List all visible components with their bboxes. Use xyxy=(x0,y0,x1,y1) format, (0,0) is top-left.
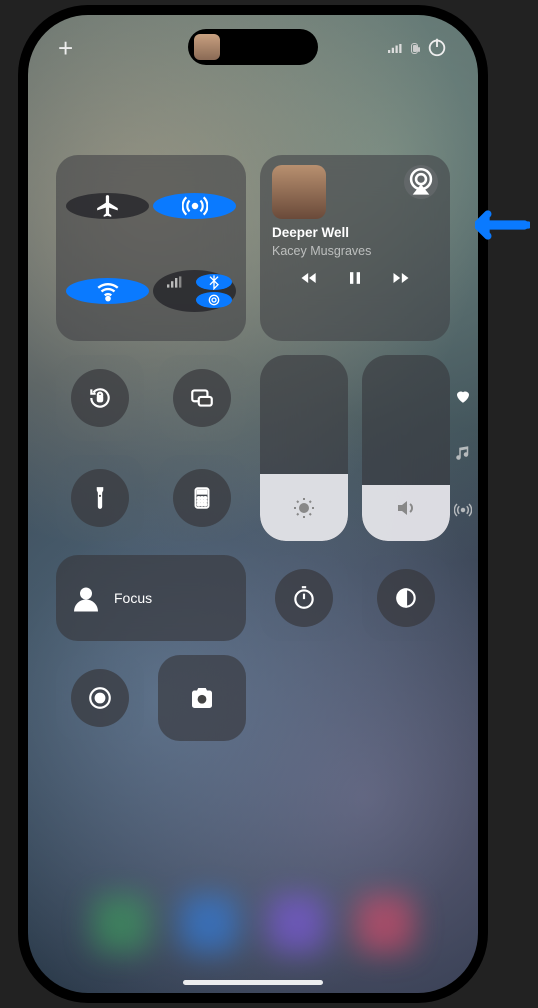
control-center-screen: + xyxy=(28,15,478,993)
dynamic-island[interactable] xyxy=(188,29,318,65)
timer-button[interactable] xyxy=(275,569,333,627)
volume-slider[interactable] xyxy=(362,355,450,541)
rail-music[interactable] xyxy=(454,444,472,467)
cellular-bars-icon xyxy=(167,274,183,290)
callout-arrow xyxy=(475,210,530,240)
dark-mode-button[interactable] xyxy=(377,569,435,627)
airplay-button[interactable] xyxy=(404,165,438,199)
cellular-signal-icon xyxy=(388,44,403,53)
now-playing-module[interactable]: Deeper Well Kacey Musgraves xyxy=(260,155,450,341)
orientation-lock-button[interactable] xyxy=(71,369,129,427)
calculator-button[interactable] xyxy=(173,469,231,527)
camera-icon xyxy=(187,683,217,713)
album-art xyxy=(272,165,326,219)
heart-icon xyxy=(454,387,472,405)
airplane-mode-toggle[interactable] xyxy=(66,193,149,219)
timer-cell xyxy=(260,555,348,641)
record-icon xyxy=(87,685,113,711)
connectivity-module[interactable] xyxy=(56,155,246,341)
forward-icon xyxy=(391,268,411,288)
play-pause-button[interactable] xyxy=(345,268,365,293)
brightness-slider[interactable] xyxy=(260,355,348,541)
next-track-button[interactable] xyxy=(391,268,411,293)
personal-hotspot-toggle[interactable] xyxy=(196,292,233,308)
broadcast-icon xyxy=(454,501,472,519)
dark-mode-icon xyxy=(393,585,419,611)
bluetooth-toggle[interactable] xyxy=(196,274,233,290)
rail-favorites[interactable] xyxy=(454,387,472,410)
sun-icon xyxy=(292,496,316,520)
screen-mirroring-button[interactable] xyxy=(173,369,231,427)
flashlight-button[interactable] xyxy=(71,469,129,527)
vpn-toggle[interactable] xyxy=(157,292,194,308)
status-right xyxy=(388,33,448,64)
wifi-icon xyxy=(95,278,121,304)
airplay-icon xyxy=(404,165,438,199)
power-button[interactable] xyxy=(426,36,448,61)
track-artist: Kacey Musgraves xyxy=(272,244,438,258)
track-title: Deeper Well xyxy=(272,225,438,240)
wifi-toggle[interactable] xyxy=(66,278,149,304)
cellular-data-toggle[interactable] xyxy=(157,274,194,290)
backward-icon xyxy=(299,268,319,288)
airdrop-icon xyxy=(182,193,208,219)
screen-record-cell xyxy=(56,655,144,741)
page-rail[interactable] xyxy=(454,387,472,524)
orientation-lock-cell xyxy=(56,355,144,441)
speaker-icon xyxy=(394,496,418,520)
screen-record-button[interactable] xyxy=(71,669,129,727)
cellular-cluster[interactable] xyxy=(153,270,236,312)
hotspot-icon xyxy=(206,292,222,308)
flashlight-cell xyxy=(56,455,144,541)
flashlight-icon xyxy=(87,485,113,511)
bluetooth-icon xyxy=(206,274,222,290)
timer-icon xyxy=(291,585,317,611)
camera-button[interactable] xyxy=(158,655,246,741)
focus-person-icon xyxy=(68,580,104,616)
focus-label: Focus xyxy=(114,590,152,606)
airdrop-toggle[interactable] xyxy=(153,193,236,219)
previous-track-button[interactable] xyxy=(299,268,319,293)
dock-blur xyxy=(28,843,478,993)
screen-mirroring-cell xyxy=(158,355,246,441)
airplane-icon xyxy=(95,193,121,219)
rotation-lock-icon xyxy=(87,385,113,411)
phone-frame: + xyxy=(18,5,488,1003)
battery-icon xyxy=(411,43,418,54)
focus-button[interactable]: Focus xyxy=(56,555,246,641)
calculator-cell xyxy=(158,455,246,541)
rail-connectivity[interactable] xyxy=(454,501,472,524)
calculator-icon xyxy=(189,485,215,511)
dark-mode-cell xyxy=(362,555,450,641)
pause-icon xyxy=(345,268,365,288)
control-grid: Deeper Well Kacey Musgraves xyxy=(56,155,450,741)
home-indicator[interactable] xyxy=(183,980,323,985)
music-note-icon xyxy=(454,444,472,462)
screen-mirroring-icon xyxy=(189,385,215,411)
add-control-button[interactable]: + xyxy=(58,33,73,64)
island-album-art xyxy=(194,34,220,60)
